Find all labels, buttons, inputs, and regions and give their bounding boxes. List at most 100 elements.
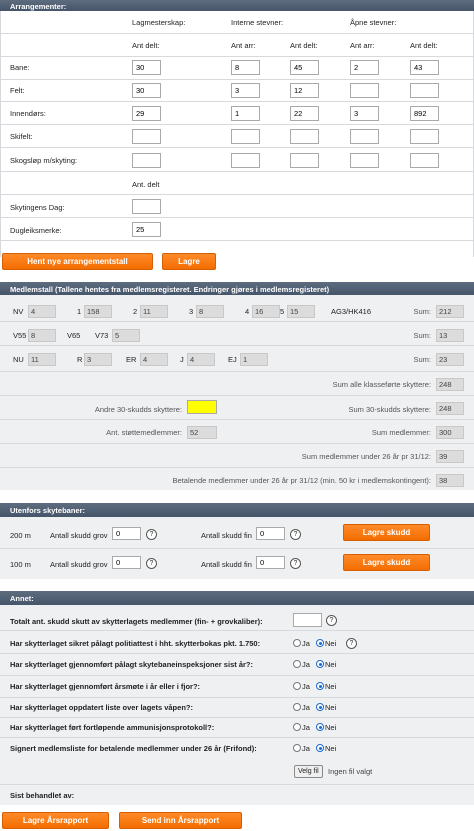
- skogslop-apne-arr-input[interactable]: [350, 153, 379, 168]
- radio-nei[interactable]: [316, 639, 324, 647]
- hent-arrangementstall-button[interactable]: Hent nye arrangementstall: [2, 253, 153, 270]
- class-value-v55: [28, 329, 56, 342]
- radio-nei[interactable]: [316, 703, 324, 711]
- class-label-3: 3: [189, 307, 194, 316]
- send-arsrapport-button[interactable]: Send inn Årsrapport: [119, 812, 242, 829]
- class-label-j: J: [180, 355, 184, 364]
- skogslop-lag-input[interactable]: [132, 153, 161, 168]
- radio-ja[interactable]: [293, 682, 301, 690]
- innendors-lag-input[interactable]: [132, 106, 161, 121]
- bane-int-arr-input[interactable]: [231, 60, 260, 75]
- innendors-apne-arr-input[interactable]: [350, 106, 379, 121]
- skifelt-int-arr-input[interactable]: [231, 129, 260, 144]
- felt-int-delt-input[interactable]: [290, 83, 319, 98]
- skudd-fin-100-input[interactable]: [256, 556, 285, 569]
- radio-ja[interactable]: [293, 660, 301, 668]
- radio-nei[interactable]: [316, 660, 324, 668]
- row-label-skogslop: Skogsløp m/skyting:: [10, 156, 78, 165]
- class-label-v65: V65: [67, 331, 81, 340]
- radio-ja[interactable]: [293, 744, 301, 752]
- divider: [0, 717, 474, 718]
- sum-value-veteran: [436, 329, 464, 342]
- skifelt-int-delt-input[interactable]: [290, 129, 319, 144]
- skifelt-apne-arr-input[interactable]: [350, 129, 379, 144]
- divider: [0, 395, 474, 396]
- class-value-er: [140, 353, 168, 366]
- skudd-grov-100-input[interactable]: [112, 556, 141, 569]
- section-header-utenfors: Utenfors skytebaner:: [0, 503, 474, 517]
- class-value-v73: [112, 329, 140, 342]
- radio-nei[interactable]: [316, 723, 324, 731]
- totalt-skudd-input[interactable]: [293, 613, 322, 627]
- bane-apne-delt-input[interactable]: [410, 60, 439, 75]
- sum-value-seniors: [436, 305, 464, 318]
- bane-int-delt-input[interactable]: [290, 60, 319, 75]
- skifelt-lag-input[interactable]: [132, 129, 161, 144]
- lagre-skudd-200-button[interactable]: Lagre skudd: [343, 524, 430, 541]
- question-signert-medlemsliste: Signert medlemsliste for betalende medle…: [10, 744, 257, 753]
- divider: [0, 630, 474, 631]
- divider: [0, 345, 474, 346]
- help-icon[interactable]: ?: [146, 529, 157, 540]
- sum-value-junior: [436, 353, 464, 366]
- innendors-int-arr-input[interactable]: [231, 106, 260, 121]
- radio-nei[interactable]: [316, 744, 324, 752]
- distance-100m: 100 m: [10, 560, 31, 569]
- skyttingens-dag-input[interactable]: [132, 199, 161, 214]
- innendors-int-delt-input[interactable]: [290, 106, 319, 121]
- radio-ja-label: Ja: [302, 639, 310, 648]
- help-icon[interactable]: ?: [326, 615, 337, 626]
- radio-nei[interactable]: [316, 682, 324, 690]
- sum-label: Sum:: [413, 331, 431, 340]
- sum-label: Sum:: [413, 307, 431, 316]
- velg-fil-button[interactable]: Velg fil: [294, 765, 323, 778]
- felt-apne-delt-input[interactable]: [410, 83, 439, 98]
- skudd-grov-200-input[interactable]: [112, 527, 141, 540]
- skifelt-apne-delt-input[interactable]: [410, 129, 439, 144]
- bane-apne-arr-input[interactable]: [350, 60, 379, 75]
- col-ant-arr: Ant arr:: [350, 41, 375, 50]
- skogslop-int-delt-input[interactable]: [290, 153, 319, 168]
- help-icon[interactable]: ?: [290, 529, 301, 540]
- sum-medlemmer-value: [436, 426, 464, 439]
- andre-30-input[interactable]: [187, 400, 217, 414]
- under-26-value: [436, 450, 464, 463]
- divider: [0, 194, 474, 195]
- question-skytebaneinspeksjon: Har skytterlaget gjennomført pålagt skyt…: [10, 660, 253, 669]
- class-label-1: 1: [77, 307, 82, 316]
- lagre-arrangementer-button[interactable]: Lagre: [162, 253, 216, 270]
- innendors-apne-delt-input[interactable]: [410, 106, 439, 121]
- divider: [0, 697, 474, 698]
- lagre-arsrapport-button[interactable]: Lagre Årsrapport: [2, 812, 109, 829]
- radio-ja-label: Ja: [302, 660, 310, 669]
- felt-int-arr-input[interactable]: [231, 83, 260, 98]
- class-value-ej: [240, 353, 268, 366]
- radio-ja[interactable]: [293, 723, 301, 731]
- class-value-1: [84, 305, 112, 318]
- class-label-r: R: [77, 355, 83, 364]
- bane-lag-input[interactable]: [132, 60, 161, 75]
- dugleiksmerke-input[interactable]: [132, 222, 161, 237]
- class-label-v55: V55: [13, 331, 27, 340]
- radio-ja[interactable]: [293, 639, 301, 647]
- felt-apne-arr-input[interactable]: [350, 83, 379, 98]
- lagre-skudd-100-button[interactable]: Lagre skudd: [343, 554, 430, 571]
- help-icon[interactable]: ?: [290, 558, 301, 569]
- skudd-fin-label: Antall skudd fin: [201, 531, 252, 540]
- radio-ja[interactable]: [293, 703, 301, 711]
- skogslop-apne-delt-input[interactable]: [410, 153, 439, 168]
- felt-lag-input[interactable]: [132, 83, 161, 98]
- betalende-under-26-label: Betalende medlemmer under 26 år pr 31/12…: [172, 476, 431, 485]
- skogslop-int-arr-input[interactable]: [231, 153, 260, 168]
- help-icon[interactable]: ?: [346, 638, 357, 649]
- sum-label: Sum:: [413, 355, 431, 364]
- help-icon[interactable]: ?: [146, 558, 157, 569]
- row-label-bane: Bane:: [10, 63, 30, 72]
- radio-nei-label: Nei: [325, 639, 337, 648]
- sist-behandlet-label: Sist behandlet av:: [10, 791, 75, 800]
- col-ant-delt: Ant delt:: [290, 41, 318, 50]
- divider: [0, 675, 474, 676]
- class-label-nu: NU: [13, 355, 24, 364]
- skudd-fin-200-input[interactable]: [256, 527, 285, 540]
- radio-nei-label: Nei: [325, 744, 337, 753]
